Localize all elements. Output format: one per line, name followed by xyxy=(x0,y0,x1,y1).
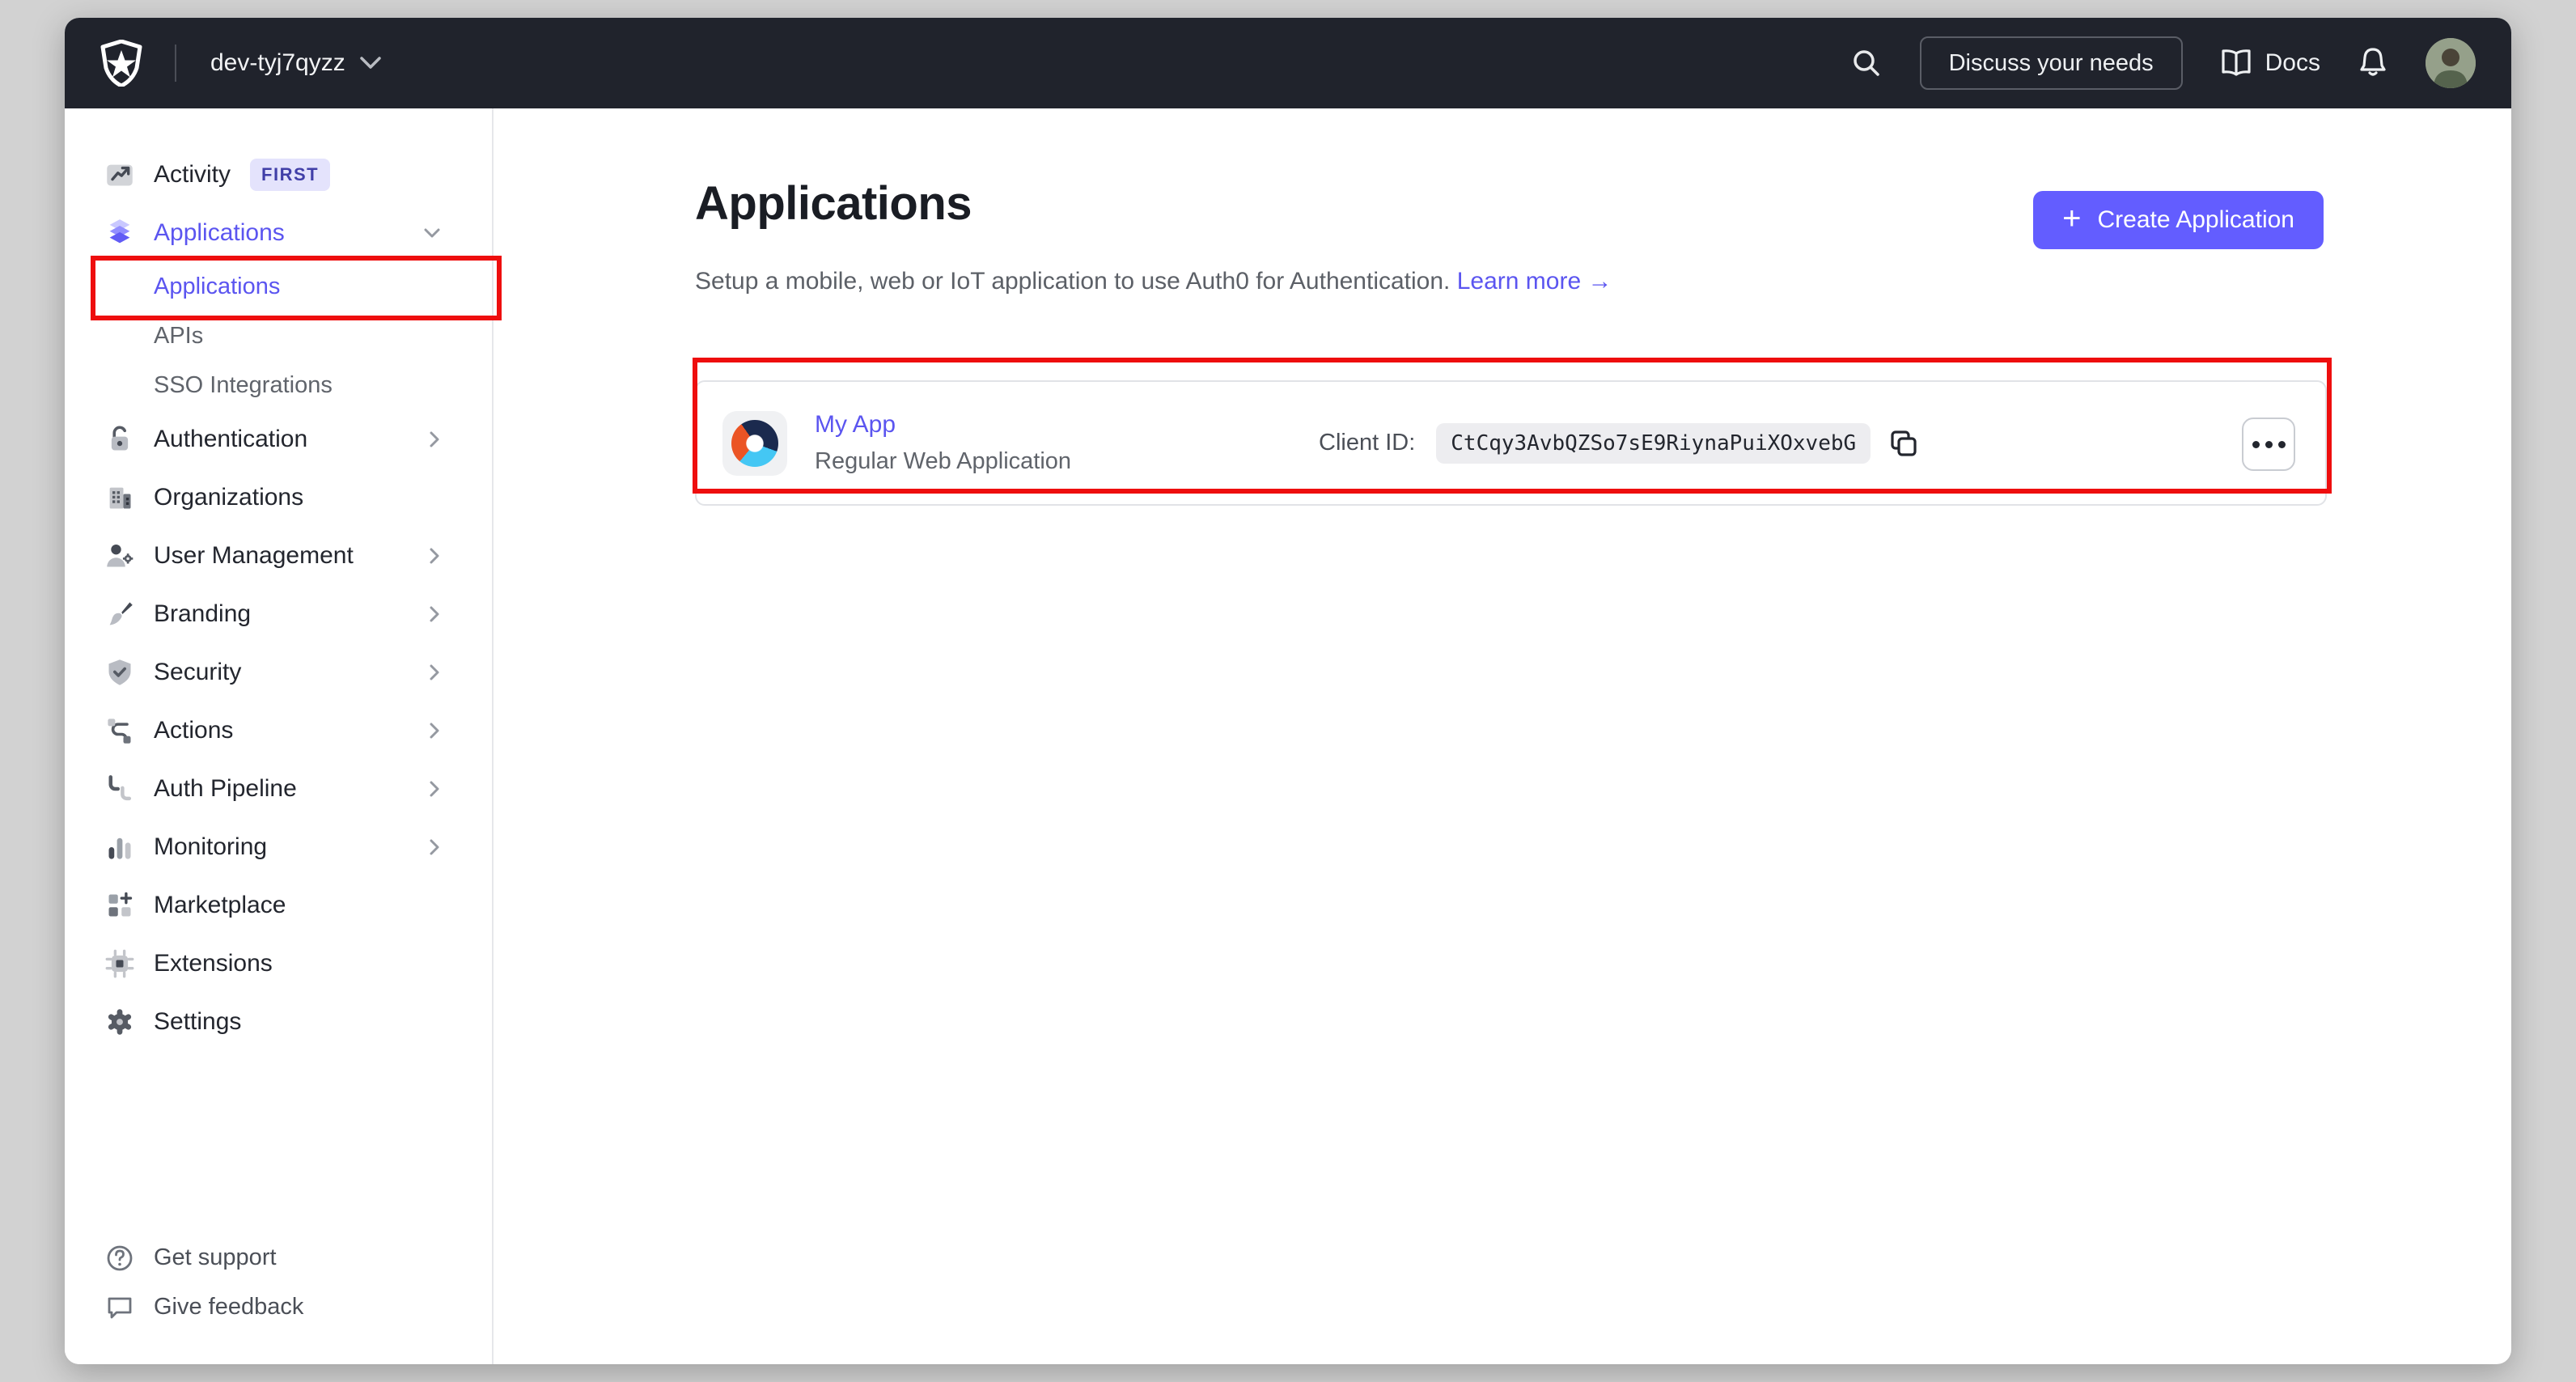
sidebar-item-actions[interactable]: Actions xyxy=(65,702,492,760)
copy-button[interactable] xyxy=(1888,428,1919,459)
chip-icon xyxy=(104,947,136,980)
chevron-down-icon xyxy=(359,57,381,69)
flow-icon xyxy=(104,714,136,747)
building-icon xyxy=(104,481,136,514)
tenant-name: dev-tyj7qyzz xyxy=(210,49,345,76)
main-content: Applications Setup a mobile, web or IoT … xyxy=(494,108,2511,1364)
lock-icon xyxy=(104,423,136,456)
page-subtitle: Setup a mobile, web or IoT application t… xyxy=(695,268,1612,295)
application-row[interactable]: My App Regular Web Application Client ID… xyxy=(695,380,2327,506)
sidebar-item-user-management[interactable]: User Management xyxy=(65,527,492,585)
discuss-label: Discuss your needs xyxy=(1948,49,2154,76)
user-avatar[interactable] xyxy=(2426,38,2476,88)
speech-bubble-icon xyxy=(104,1291,136,1324)
sidebar-item-settings[interactable]: Settings xyxy=(65,993,492,1051)
paintbrush-icon xyxy=(104,598,136,630)
sidebar: Activity FIRST Applications Applications… xyxy=(65,108,494,1364)
book-icon xyxy=(2222,49,2251,76)
help-circle-icon xyxy=(104,1242,136,1274)
app-name-link[interactable]: My App xyxy=(815,411,1071,439)
sidebar-item-extensions[interactable]: Extensions xyxy=(65,935,492,993)
app-logo-tile xyxy=(722,410,787,476)
sidebar-item-branding[interactable]: Branding xyxy=(65,585,492,643)
activity-icon xyxy=(104,159,136,191)
sidebar-item-activity[interactable]: Activity FIRST xyxy=(65,146,492,204)
learn-more-link[interactable]: Learn more → xyxy=(1457,268,1612,295)
create-application-button[interactable]: + Create Application xyxy=(2033,191,2324,249)
notifications-button[interactable] xyxy=(2358,46,2388,80)
plus-icon: + xyxy=(2062,201,2082,236)
chevron-right-icon xyxy=(430,839,440,855)
sidebar-subitem-applications[interactable]: Applications xyxy=(65,262,492,312)
app-window: dev-tyj7qyzz Discuss your needs Docs Act… xyxy=(65,18,2511,1364)
ellipsis-icon xyxy=(2252,440,2260,448)
sidebar-item-label: Applications xyxy=(154,219,285,246)
layers-icon xyxy=(104,217,136,249)
give-feedback-link[interactable]: Give feedback xyxy=(65,1282,492,1332)
chevron-down-icon xyxy=(424,228,440,239)
shield-check-icon xyxy=(104,656,136,689)
sidebar-subitem-sso-integrations[interactable]: SSO Integrations xyxy=(65,361,492,410)
sidebar-item-auth-pipeline[interactable]: Auth Pipeline xyxy=(65,760,492,818)
sidebar-item-marketplace[interactable]: Marketplace xyxy=(65,876,492,935)
bell-icon xyxy=(2360,48,2386,76)
chevron-right-icon xyxy=(430,781,440,797)
search-icon xyxy=(1853,50,1879,76)
top-navbar: dev-tyj7qyzz Discuss your needs Docs xyxy=(65,18,2511,108)
client-id-group: Client ID: CtCqy3AvbQZSo7sE9RiynaPuiXOxv… xyxy=(1319,382,1919,504)
gear-icon xyxy=(104,1006,136,1038)
navbar-divider xyxy=(175,45,176,82)
first-badge: FIRST xyxy=(250,159,331,191)
marketplace-icon xyxy=(104,889,136,922)
row-actions-menu-button[interactable] xyxy=(2242,418,2295,471)
app-logo-icon xyxy=(731,419,778,467)
copy-icon xyxy=(1891,430,1917,456)
get-support-link[interactable]: Get support xyxy=(65,1233,492,1282)
chevron-right-icon xyxy=(430,431,440,447)
sidebar-item-authentication[interactable]: Authentication xyxy=(65,410,492,468)
bar-chart-icon xyxy=(104,831,136,863)
docs-link[interactable]: Docs xyxy=(2220,49,2320,77)
sidebar-item-applications[interactable]: Applications xyxy=(65,204,492,262)
user-gear-icon xyxy=(104,540,136,572)
sidebar-item-security[interactable]: Security xyxy=(65,643,492,702)
client-id-label: Client ID: xyxy=(1319,430,1416,456)
discuss-your-needs-button[interactable]: Discuss your needs xyxy=(1919,36,2183,90)
sidebar-subitem-apis[interactable]: APIs xyxy=(65,312,492,361)
auth0-logo-icon[interactable] xyxy=(100,40,142,87)
sidebar-item-label: Activity xyxy=(154,161,231,188)
sidebar-item-monitoring[interactable]: Monitoring xyxy=(65,818,492,876)
sidebar-item-organizations[interactable]: Organizations xyxy=(65,468,492,527)
chevron-right-icon xyxy=(430,723,440,739)
client-id-value[interactable]: CtCqy3AvbQZSo7sE9RiynaPuiXOxvebG xyxy=(1436,422,1871,464)
chevron-right-icon xyxy=(430,664,440,680)
chevron-right-icon xyxy=(430,606,440,622)
docs-label: Docs xyxy=(2265,49,2320,76)
chevron-right-icon xyxy=(430,548,440,564)
pipeline-icon xyxy=(104,773,136,805)
tenant-switcher[interactable]: dev-tyj7qyzz xyxy=(210,49,381,77)
arrow-right-icon: → xyxy=(1587,268,1612,295)
search-button[interactable] xyxy=(1850,47,1883,79)
app-type-label: Regular Web Application xyxy=(815,448,1072,474)
